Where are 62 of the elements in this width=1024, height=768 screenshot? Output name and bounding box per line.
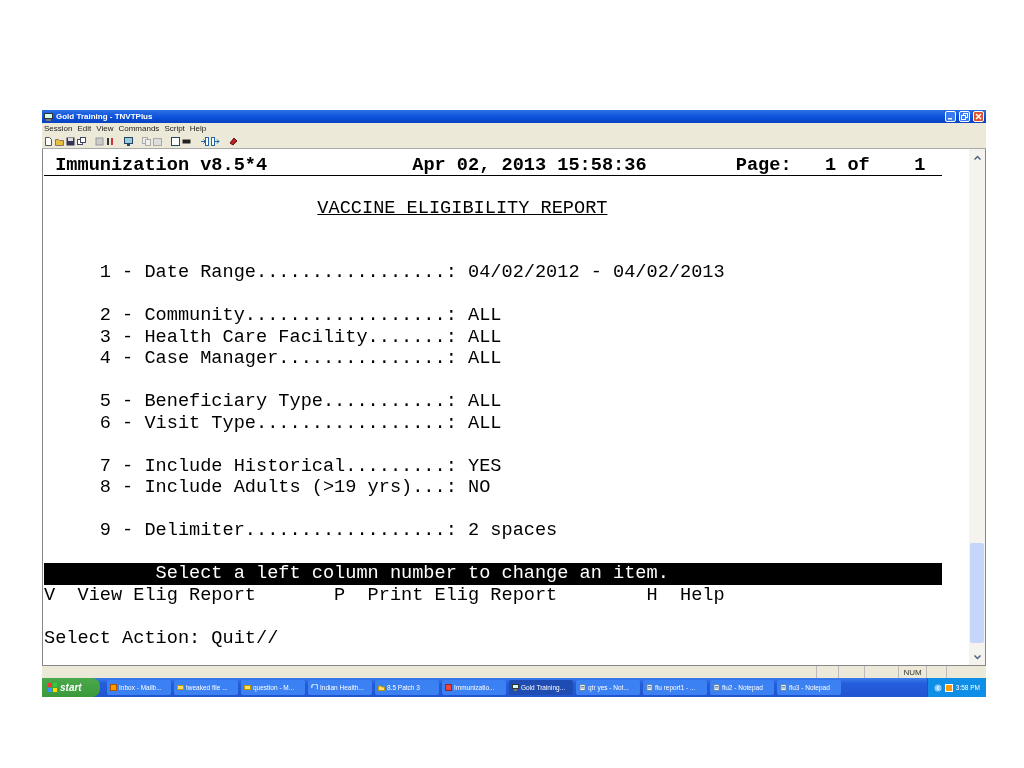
window-icon[interactable] bbox=[171, 136, 180, 146]
scrollbar[interactable] bbox=[969, 149, 985, 665]
setting-item: 2 - Community..................: ALL bbox=[99, 305, 502, 327]
menu-item[interactable]: Commands bbox=[118, 124, 160, 133]
import-icon[interactable] bbox=[200, 136, 209, 146]
close-button[interactable] bbox=[973, 111, 984, 122]
page-label: Page: bbox=[735, 155, 792, 175]
action-option[interactable]: P Print Elig Report bbox=[334, 584, 558, 606]
setting-item: 5 - Beneficiary Type...........: ALL bbox=[99, 391, 502, 413]
windows-icon[interactable] bbox=[77, 136, 86, 146]
app-tray-icon bbox=[944, 683, 953, 692]
restore-icon bbox=[961, 113, 968, 120]
setting-item: 9 - Delimiter..................: 2 spaces bbox=[99, 520, 558, 542]
note-icon bbox=[177, 684, 184, 691]
notepad-icon bbox=[713, 684, 720, 691]
bars-icon[interactable] bbox=[106, 136, 115, 146]
setting-item: 6 - Visit Type.................: ALL bbox=[99, 412, 502, 434]
notepad-icon bbox=[646, 684, 653, 691]
scroll-thumb[interactable] bbox=[970, 543, 984, 643]
terminal-icon bbox=[44, 112, 53, 121]
export-icon[interactable] bbox=[211, 136, 220, 146]
notepad-icon bbox=[579, 684, 586, 691]
date-time: Apr 02, 2013 15:58:36 bbox=[412, 155, 647, 175]
menu-item[interactable]: View bbox=[96, 124, 114, 133]
restore-button[interactable] bbox=[959, 111, 970, 122]
folder-icon bbox=[378, 684, 385, 691]
eraser-icon[interactable] bbox=[229, 136, 238, 146]
setting-item: 7 - Include Historical.........: YES bbox=[99, 455, 502, 477]
windows-logo-icon bbox=[48, 683, 57, 692]
notepad-icon bbox=[780, 684, 787, 691]
save-icon[interactable] bbox=[66, 136, 75, 146]
command-prompt: Select Action: Quit// bbox=[44, 627, 279, 649]
document-icon bbox=[445, 684, 452, 691]
action-option[interactable]: H Help bbox=[646, 584, 725, 606]
page-total: 1 bbox=[914, 155, 926, 175]
scroll-down-icon bbox=[973, 654, 981, 660]
setting-item: 4 - Case Manager...............: ALL bbox=[99, 348, 502, 370]
menu-item[interactable]: Script bbox=[164, 124, 185, 133]
prompt-bar: Select a left column number to change an item. bbox=[44, 563, 942, 585]
report-title: VACCINE ELIGIBILITY REPORT bbox=[317, 197, 608, 219]
action-option[interactable]: V View Elig Report bbox=[44, 584, 256, 606]
setting-item: 3 - Health Care Facility.......: ALL bbox=[99, 326, 502, 348]
close-icon bbox=[975, 113, 982, 120]
browser-icon bbox=[311, 684, 318, 691]
folder-icon[interactable] bbox=[55, 136, 64, 146]
setting-item: 8 - Include Adults (>19 yrs)...: NO bbox=[99, 477, 491, 499]
menu-item[interactable]: Session bbox=[44, 124, 73, 133]
note-icon bbox=[244, 684, 251, 691]
mail-icon bbox=[110, 684, 117, 691]
terminal-icon bbox=[512, 684, 519, 691]
minimize-button[interactable] bbox=[945, 111, 956, 122]
window-title: Gold Training - TNVTPlus bbox=[56, 112, 153, 121]
document-icon[interactable] bbox=[44, 136, 53, 146]
chevron-icon bbox=[933, 683, 942, 692]
start-button[interactable]: start bbox=[42, 678, 100, 697]
menu-item[interactable]: Help bbox=[189, 124, 207, 133]
scroll-up-icon bbox=[973, 154, 981, 160]
page-number: 1 of bbox=[825, 155, 870, 175]
setting-item: 1 - Date Range.................: 04/02/2012 - 04/02/2013 bbox=[99, 262, 725, 284]
menu-item[interactable]: Edit bbox=[77, 124, 92, 133]
monitor-icon[interactable] bbox=[124, 136, 133, 146]
app-version: Immunization v8.5*4 bbox=[55, 155, 268, 175]
